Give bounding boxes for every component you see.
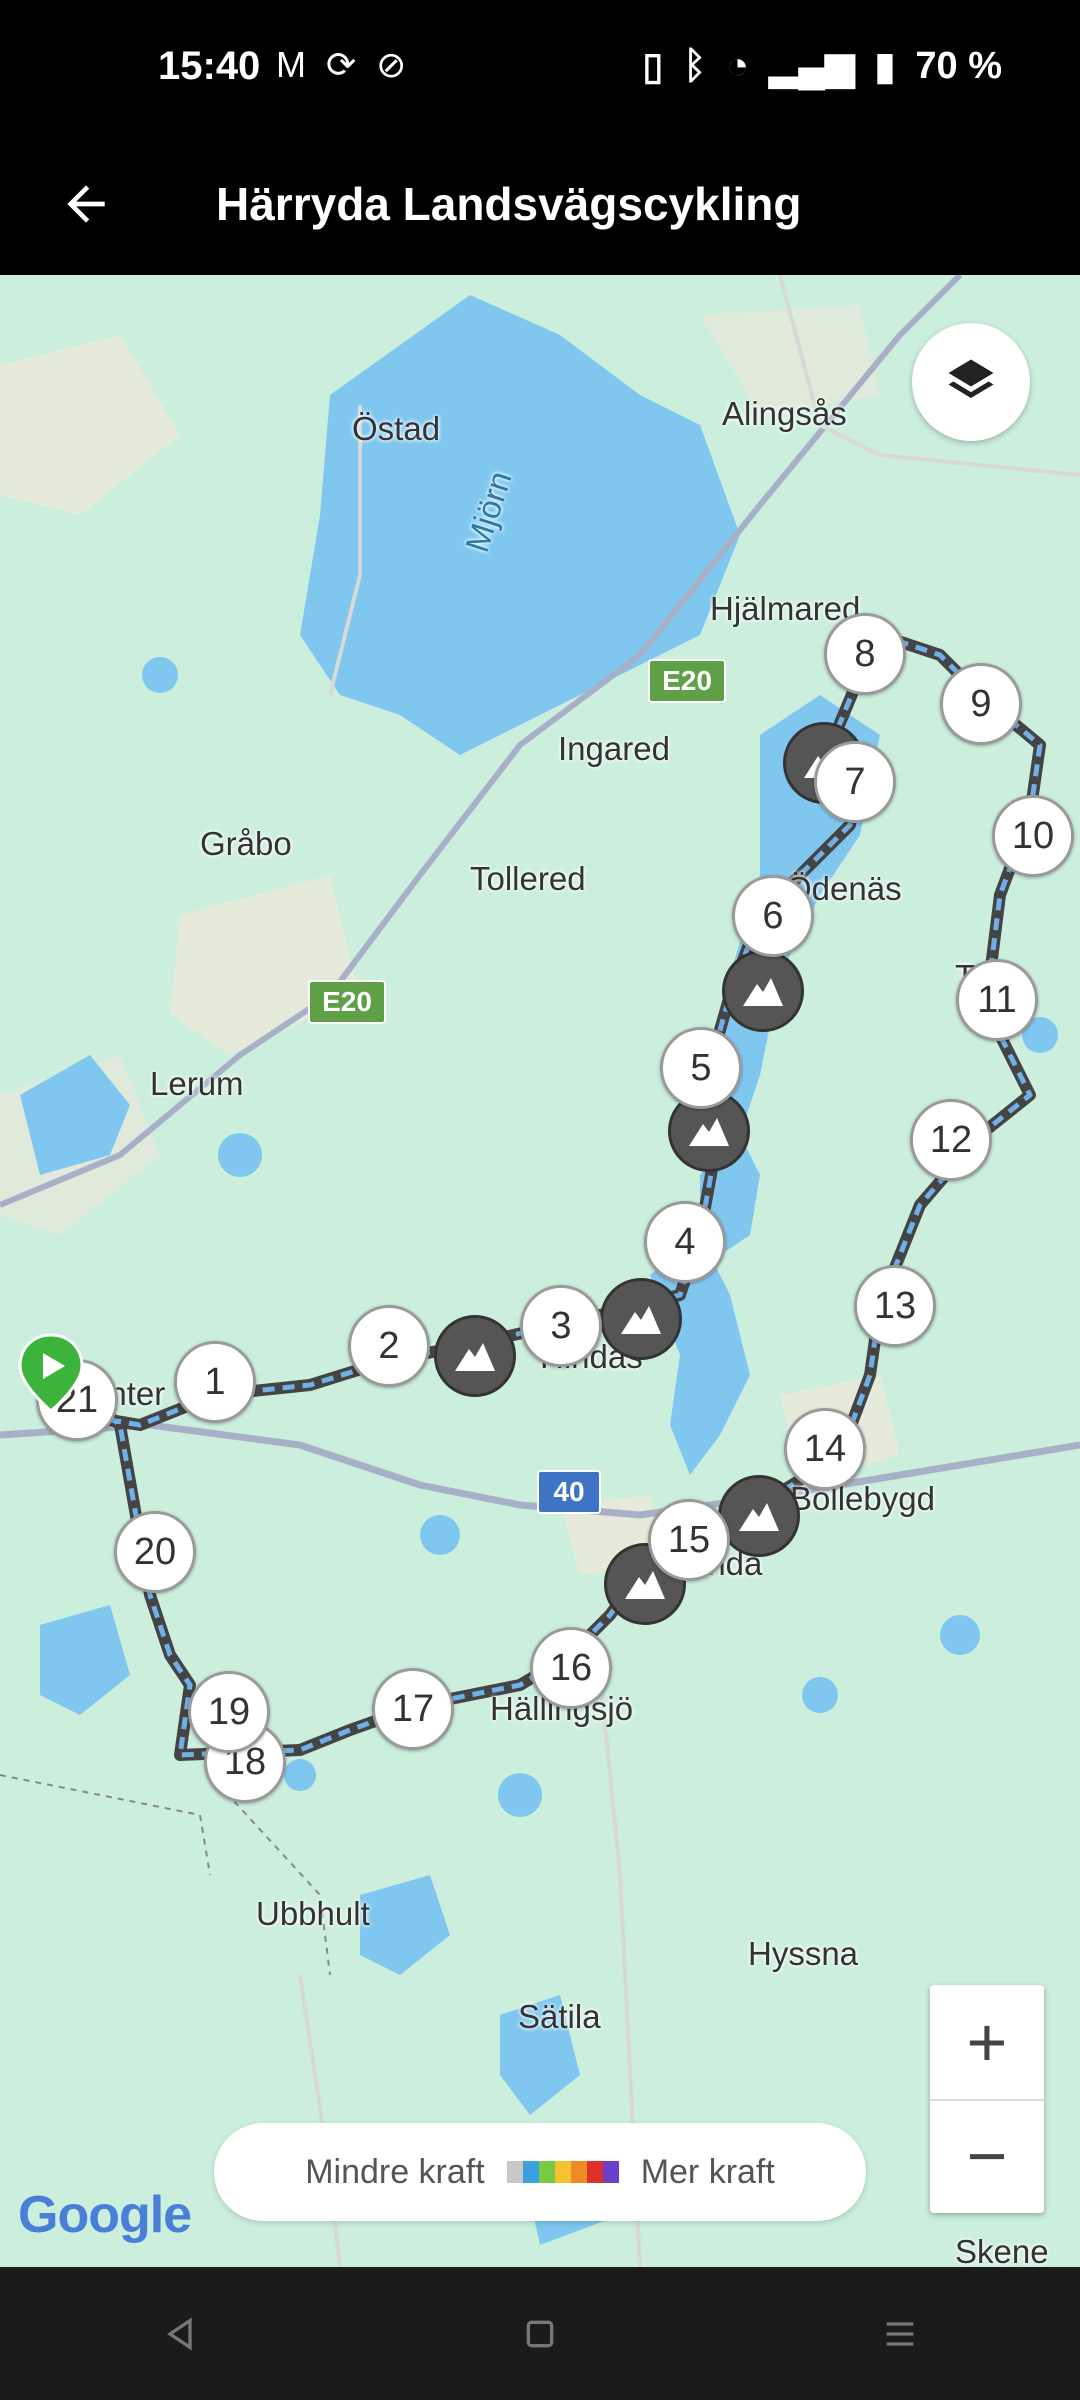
gmail-icon: M	[276, 44, 306, 85]
place-label: Gråbo	[200, 825, 292, 862]
google-logo: Google	[18, 2185, 192, 2245]
waypoint-marker[interactable]: 9	[940, 663, 1022, 745]
waypoint-marker[interactable]: 6	[732, 875, 814, 957]
system-nav-bar	[0, 2267, 1080, 2400]
waypoint-marker[interactable]: 15	[648, 1499, 730, 1581]
waypoint-marker[interactable]: 5	[660, 1027, 742, 1109]
triangle-back-icon	[166, 2317, 192, 2350]
legend-swatch	[570, 2161, 587, 2183]
legend-swatch	[586, 2161, 603, 2183]
map-base	[0, 275, 1080, 2267]
vibrate-icon: ▯	[642, 46, 664, 88]
waypoint-marker[interactable]: 19	[188, 1671, 270, 1753]
route-map[interactable]: Östad Alingsås Mjörn Hjälmared Ingared G…	[0, 275, 1080, 2267]
zoom-in-button[interactable]: +	[930, 1985, 1044, 2101]
start-marker-icon[interactable]	[18, 1333, 84, 1413]
power-legend: Mindre kraft Mer kraft	[214, 2123, 866, 2221]
signal-icon: ▂▄▆	[769, 46, 855, 88]
waypoint-marker[interactable]: 1	[174, 1341, 256, 1423]
menu-lines-icon	[886, 2321, 914, 2346]
road-shield-40: 40	[537, 1470, 601, 1514]
waypoint-marker[interactable]: 2	[348, 1305, 430, 1387]
square-home-icon	[526, 2320, 554, 2347]
waypoint-marker[interactable]: 16	[530, 1627, 612, 1709]
status-bar: 15:40 M ⟳ ⊘ ▯ ᛒ ◔ ▂▄▆ ▮ 70 %	[0, 0, 1080, 140]
waypoint-marker[interactable]: 7	[814, 741, 896, 823]
legend-more-label: Mer kraft	[640, 2152, 775, 2191]
legend-swatch	[602, 2161, 619, 2183]
sync-icon: ⟳	[326, 44, 357, 85]
status-notification-icons: M ⟳ ⊘	[276, 44, 406, 86]
place-label: Östad	[352, 410, 441, 447]
waypoint-marker[interactable]: 11	[956, 959, 1038, 1041]
place-label: Hyssna	[748, 1935, 859, 1972]
nav-back-button[interactable]	[140, 2294, 220, 2374]
climb-marker[interactable]	[434, 1315, 516, 1397]
no-disturb-icon: ⊘	[376, 44, 407, 85]
waypoint-marker[interactable]: 4	[644, 1201, 726, 1283]
waypoint-marker[interactable]: 10	[992, 795, 1074, 877]
google-logo-text: Google	[18, 2186, 192, 2244]
place-label: Sätila	[518, 1998, 601, 2035]
place-label: Ingared	[558, 730, 670, 767]
page-title: Härryda Landsvägscykling	[216, 178, 802, 230]
waypoint-marker[interactable]: 3	[520, 1285, 602, 1367]
road-shield-e20: E20	[648, 659, 726, 703]
waypoint-marker[interactable]: 17	[372, 1668, 454, 1750]
zoom-out-button[interactable]: −	[930, 2099, 1044, 2213]
zoom-control: + −	[930, 1985, 1044, 2213]
mountain-icon	[455, 1343, 495, 1371]
layers-icon	[948, 359, 994, 398]
place-label: Tollered	[470, 860, 586, 897]
mountain-icon	[743, 978, 783, 1006]
status-right: ▯ ᛒ ◔ ▂▄▆ ▮ 70 %	[642, 44, 1002, 89]
wifi-icon: ◔	[726, 45, 750, 87]
bluetooth-icon: ᛒ	[683, 45, 707, 87]
battery-icon: ▮	[874, 46, 896, 88]
place-label: Lerum	[150, 1065, 244, 1102]
waypoint-marker[interactable]: 20	[114, 1511, 196, 1593]
mountain-icon	[739, 1503, 779, 1531]
waypoint-marker[interactable]: 13	[854, 1265, 936, 1347]
legend-swatch	[522, 2161, 539, 2183]
legend-less-label: Mindre kraft	[305, 2152, 485, 2191]
arrow-left-icon	[67, 185, 105, 223]
waypoint-marker[interactable]: 12	[910, 1099, 992, 1181]
battery-percent: 70 %	[915, 45, 1002, 87]
mountain-icon	[621, 1306, 661, 1334]
waypoint-marker[interactable]: 14	[784, 1408, 866, 1490]
place-label: Skene	[955, 2233, 1049, 2267]
legend-swatch	[538, 2161, 555, 2183]
app-header: Härryda Landsvägscykling	[0, 140, 1080, 275]
back-button[interactable]	[46, 164, 126, 244]
climb-marker[interactable]	[722, 950, 804, 1032]
climb-marker[interactable]	[718, 1475, 800, 1557]
map-layers-button[interactable]	[912, 323, 1030, 441]
nav-home-button[interactable]	[500, 2294, 580, 2374]
status-time: 15:40	[158, 44, 261, 88]
mountain-icon	[689, 1118, 729, 1146]
place-label: Ubbhult	[256, 1895, 370, 1932]
place-label: Alingsås	[722, 395, 847, 432]
mountain-icon	[625, 1571, 665, 1599]
climb-marker[interactable]	[600, 1278, 682, 1360]
legend-swatch	[506, 2161, 523, 2183]
waypoint-marker[interactable]: 8	[824, 613, 906, 695]
legend-color-bar	[506, 2161, 619, 2183]
road-shield-e20: E20	[308, 980, 386, 1024]
legend-swatch	[554, 2161, 571, 2183]
nav-menu-button[interactable]	[860, 2294, 940, 2374]
